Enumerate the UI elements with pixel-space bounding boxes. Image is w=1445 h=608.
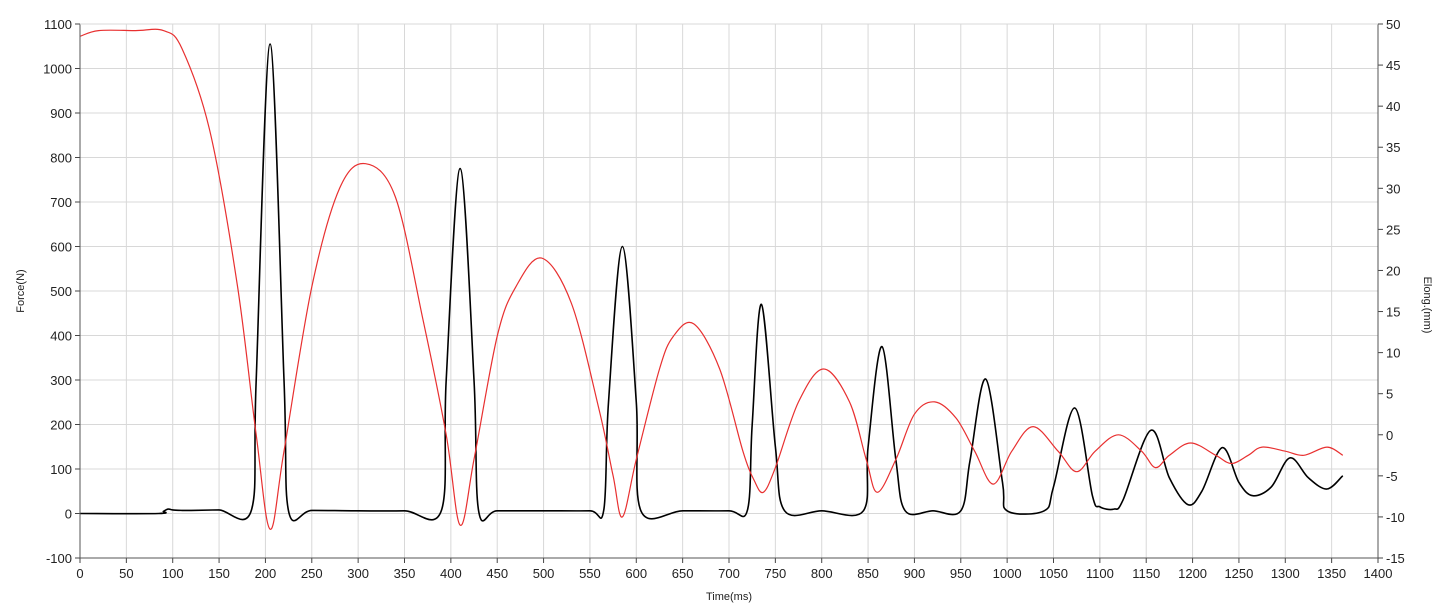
x-tick-label: 1350	[1317, 566, 1346, 581]
x-tick-label: 750	[765, 566, 787, 581]
left-y-tick-label: 300	[50, 373, 72, 388]
right-y-tick-label: -15	[1386, 551, 1405, 566]
left-y-tick-label: 1000	[43, 62, 72, 77]
x-tick-label: 200	[255, 566, 277, 581]
x-tick-label: 550	[579, 566, 601, 581]
left-y-tick-label: 0	[65, 507, 72, 522]
x-tick-label: 150	[208, 566, 230, 581]
x-tick-label: 50	[119, 566, 133, 581]
x-tick-label: 350	[394, 566, 416, 581]
x-tick-label: 900	[904, 566, 926, 581]
left-y-axis-title: Force(N)	[15, 269, 27, 312]
x-tick-label: 250	[301, 566, 323, 581]
left-y-tick-label: -100	[46, 551, 72, 566]
x-axis-title: Time(ms)	[706, 591, 752, 603]
left-y-tick-label: 700	[50, 195, 72, 210]
right-y-tick-label: 0	[1386, 428, 1393, 443]
x-tick-label: 850	[857, 566, 879, 581]
left-y-axis-tick-labels: -100 0 100 200 300 400 500 600 700 800 900 1000 1100	[43, 17, 72, 566]
x-axis-tick-labels: 0 50 100 150 200 250 300 350 400 450 500 550 600 650 7…	[76, 566, 1392, 581]
x-tick-label: 100	[162, 566, 184, 581]
x-tick-label: 650	[672, 566, 694, 581]
right-y-tick-label: 25	[1386, 222, 1400, 237]
left-y-tick-label: 200	[50, 418, 72, 433]
left-y-tick-label: 400	[50, 329, 72, 344]
x-tick-label: 450	[486, 566, 508, 581]
right-y-axis-tick-labels: -15 -10 -5 0 5 10 15 20 25 30 35 40 45 50	[1386, 17, 1405, 566]
x-tick-label: 1400	[1364, 566, 1393, 581]
left-y-tick-label: 900	[50, 106, 72, 121]
x-tick-label: 1250	[1224, 566, 1253, 581]
right-y-tick-label: 5	[1386, 387, 1393, 402]
left-y-tick-label: 100	[50, 462, 72, 477]
right-y-tick-label: 45	[1386, 58, 1400, 73]
x-tick-label: 700	[718, 566, 740, 581]
left-y-tick-label: 600	[50, 240, 72, 255]
chart: 0 50 100 150 200 250 300 350 400 450 500 550 600 650 7…	[15, 17, 1433, 603]
x-tick-label: 1300	[1271, 566, 1300, 581]
x-tick-label: 600	[625, 566, 647, 581]
right-y-tick-label: 20	[1386, 263, 1400, 278]
left-y-tick-label: 500	[50, 284, 72, 299]
x-tick-label: 1200	[1178, 566, 1207, 581]
right-y-tick-label: 30	[1386, 181, 1400, 196]
x-tick-label: 500	[533, 566, 555, 581]
right-y-tick-label: 50	[1386, 17, 1400, 32]
right-y-tick-label: 15	[1386, 305, 1400, 320]
right-y-tick-label: -10	[1386, 510, 1405, 525]
x-tick-label: 0	[76, 566, 83, 581]
x-tick-label: 800	[811, 566, 833, 581]
right-y-tick-label: -5	[1386, 469, 1398, 484]
right-y-axis-title: Elong.(mm)	[1421, 277, 1433, 334]
right-y-tick-label: 10	[1386, 346, 1400, 361]
left-y-tick-label: 800	[50, 151, 72, 166]
x-tick-label: 950	[950, 566, 972, 581]
x-tick-label: 1050	[1039, 566, 1068, 581]
x-tick-label: 400	[440, 566, 462, 581]
right-y-tick-label: 40	[1386, 99, 1400, 114]
left-y-tick-label: 1100	[44, 17, 72, 32]
x-tick-label: 1100	[1086, 566, 1114, 581]
right-y-tick-label: 35	[1386, 140, 1400, 155]
x-tick-label: 1150	[1132, 566, 1160, 581]
x-tick-label: 1000	[993, 566, 1022, 581]
x-tick-label: 300	[347, 566, 369, 581]
